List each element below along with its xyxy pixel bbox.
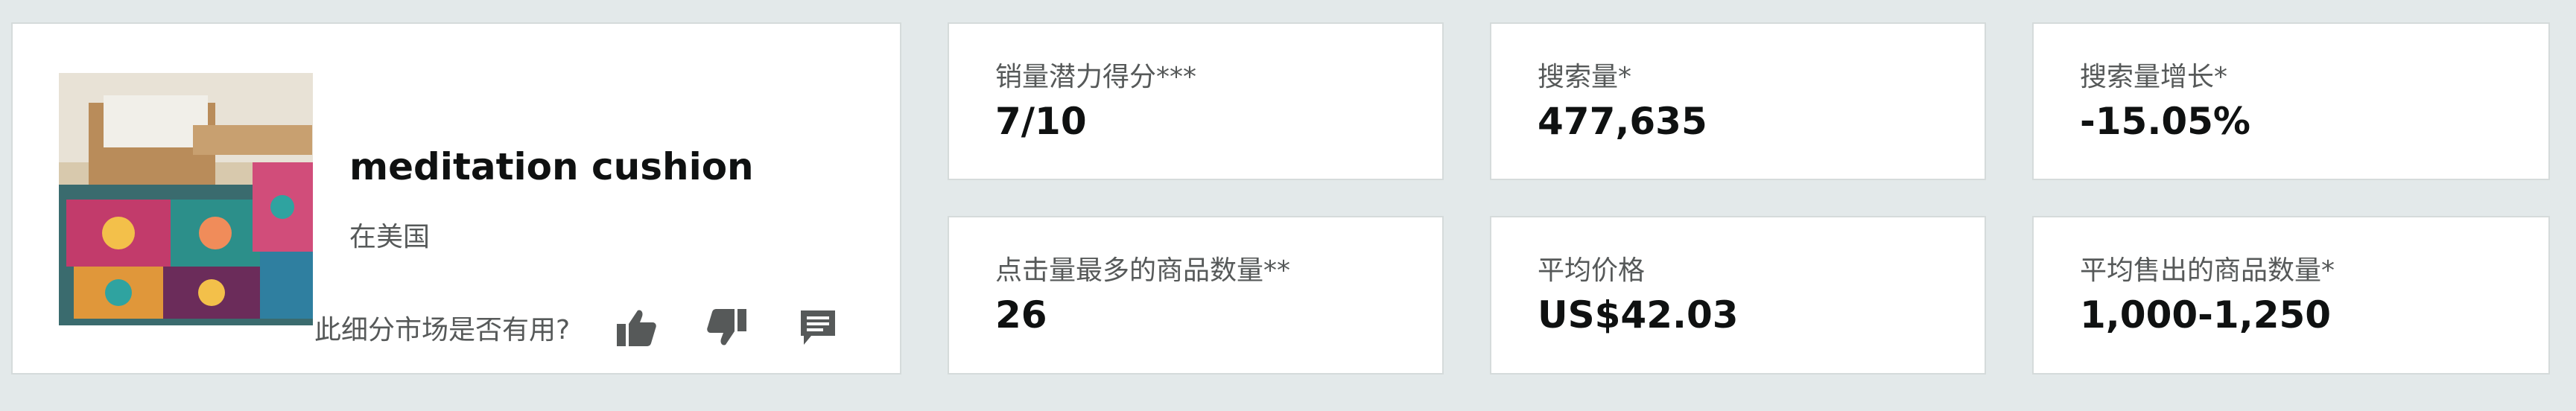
metric-label: 平均价格	[1538, 255, 1646, 286]
segment-title: meditation cushion	[349, 145, 754, 188]
metric-card-average-price: 平均价格 US$42.03	[1490, 216, 1986, 375]
product-image	[59, 73, 313, 325]
comment-icon[interactable]	[796, 306, 840, 349]
metric-card-average-units-sold: 平均售出的商品数量* 1,000-1,250	[2032, 216, 2550, 375]
metric-value: -15.05%	[2080, 100, 2251, 143]
feedback-prompt: 此细分市场是否有用?	[314, 315, 571, 345]
thumbs-up-icon[interactable]	[615, 306, 658, 349]
metric-label: 搜索量增长*	[2080, 62, 2228, 92]
metric-value: 477,635	[1538, 100, 1707, 143]
metric-value: US$42.03	[1538, 293, 1739, 337]
metric-label: 搜索量*	[1538, 62, 1632, 92]
segment-summary-card: meditation cushion 在美国 此细分市场是否有用?	[11, 22, 901, 375]
metric-card-search-volume: 搜索量* 477,635	[1490, 22, 1986, 180]
marketplace-label: 在美国	[349, 222, 431, 252]
metric-label: 平均售出的商品数量*	[2080, 255, 2335, 286]
metric-label: 销量潜力得分***	[995, 62, 1197, 92]
metric-label: 点击量最多的商品数量**	[995, 255, 1291, 286]
metric-value: 7/10	[995, 100, 1087, 143]
thumbs-down-icon[interactable]	[705, 306, 749, 349]
feedback-row: 此细分市场是否有用?	[314, 305, 840, 350]
metric-card-most-clicked-count: 点击量最多的商品数量** 26	[948, 216, 1444, 375]
metric-card-search-growth: 搜索量增长* -15.05%	[2032, 22, 2550, 180]
metric-value: 26	[995, 293, 1047, 337]
product-image-graphic	[59, 73, 313, 325]
metric-card-sales-potential: 销量潜力得分*** 7/10	[948, 22, 1444, 180]
metric-value: 1,000-1,250	[2080, 293, 2332, 337]
